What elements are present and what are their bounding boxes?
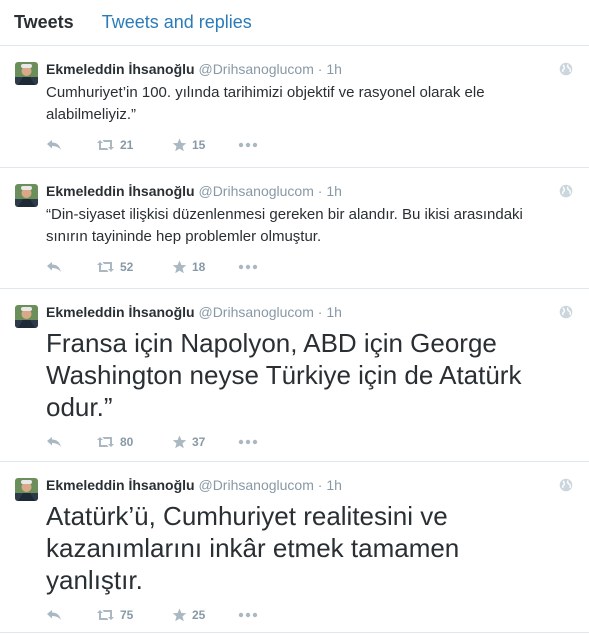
star-icon <box>172 138 187 152</box>
globe-icon[interactable] <box>559 305 573 324</box>
timestamp[interactable]: 1h <box>326 477 342 493</box>
more-icon[interactable] <box>238 264 258 270</box>
tab-tweets[interactable]: Tweets <box>14 12 74 33</box>
tweet-text: Atatürk’ü, Cumhuriyet realitesini ve kaz… <box>46 501 460 595</box>
globe-icon[interactable] <box>559 62 573 81</box>
favorite-button[interactable]: 25 <box>172 608 238 622</box>
timestamp[interactable]: 1h <box>326 61 342 77</box>
favorite-count: 18 <box>192 260 206 274</box>
author-name[interactable]: Ekmeleddin İhsanoğlu <box>46 477 195 493</box>
separator-dot: · <box>317 477 323 493</box>
separator-dot: · <box>317 183 323 199</box>
timestamp[interactable]: 1h <box>326 183 342 199</box>
avatar[interactable] <box>15 184 38 207</box>
tweet[interactable]: Ekmeleddin İhsanoğlu @Drihsanoglucom · 1… <box>0 46 589 168</box>
author-handle[interactable]: @Drihsanoglucom <box>198 61 313 77</box>
tweet-header: Ekmeleddin İhsanoğlu @Drihsanoglucom · 1… <box>46 60 539 78</box>
author-handle[interactable]: @Drihsanoglucom <box>198 477 313 493</box>
tweet-text: Cumhuriyet’in 100. yılında tarihimizi ob… <box>46 84 485 123</box>
tweet-header: Ekmeleddin İhsanoğlu @Drihsanoglucom · 1… <box>46 182 539 200</box>
separator-dot: · <box>317 304 323 320</box>
tweet-actions: 21 15 <box>46 132 539 158</box>
retweet-count: 52 <box>120 260 134 274</box>
author-name[interactable]: Ekmeleddin İhsanoğlu <box>46 183 195 199</box>
retweet-button[interactable]: 52 <box>96 260 172 274</box>
retweet-button[interactable]: 21 <box>96 138 172 152</box>
avatar[interactable] <box>15 478 38 501</box>
retweet-icon <box>96 261 115 273</box>
retweet-count: 21 <box>120 138 134 152</box>
favorite-count: 25 <box>192 608 206 622</box>
tweet-actions: 75 25 <box>46 602 539 628</box>
tweet[interactable]: Ekmeleddin İhsanoğlu @Drihsanoglucom · 1… <box>0 462 589 633</box>
favorite-count: 15 <box>192 138 206 152</box>
star-icon <box>172 608 187 622</box>
retweet-icon <box>96 139 115 151</box>
globe-icon[interactable] <box>559 184 573 203</box>
favorite-button[interactable]: 37 <box>172 435 238 449</box>
more-icon[interactable] <box>238 612 258 618</box>
author-handle[interactable]: @Drihsanoglucom <box>198 304 313 320</box>
retweet-icon <box>96 436 115 448</box>
favorite-button[interactable]: 15 <box>172 138 238 152</box>
reply-icon[interactable] <box>46 436 96 448</box>
author-name[interactable]: Ekmeleddin İhsanoğlu <box>46 304 195 320</box>
reply-icon[interactable] <box>46 609 96 621</box>
retweet-count: 80 <box>120 435 134 449</box>
favorite-button[interactable]: 18 <box>172 260 238 274</box>
profile-tabs: Tweets Tweets and replies <box>0 0 589 46</box>
retweet-icon <box>96 609 115 621</box>
tweet[interactable]: Ekmeleddin İhsanoğlu @Drihsanoglucom · 1… <box>0 289 589 462</box>
reply-icon[interactable] <box>46 261 96 273</box>
author-name[interactable]: Ekmeleddin İhsanoğlu <box>46 61 195 77</box>
timestamp[interactable]: 1h <box>326 304 342 320</box>
tweet-actions: 52 18 <box>46 254 539 280</box>
avatar[interactable] <box>15 62 38 85</box>
tweet-text: “Din-siyaset ilişkisi düzenlenmesi gerek… <box>46 206 523 245</box>
favorite-count: 37 <box>192 435 206 449</box>
reply-icon[interactable] <box>46 139 96 151</box>
more-icon[interactable] <box>238 439 258 445</box>
avatar[interactable] <box>15 305 38 328</box>
separator-dot: · <box>317 61 323 77</box>
tweet-actions: 80 37 <box>46 429 539 455</box>
tweet-text: Fransa için Napolyon, ABD için George Wa… <box>46 328 522 422</box>
tab-tweets-and-replies[interactable]: Tweets and replies <box>102 12 252 33</box>
tweet-header: Ekmeleddin İhsanoğlu @Drihsanoglucom · 1… <box>46 303 539 321</box>
retweet-button[interactable]: 80 <box>96 435 172 449</box>
star-icon <box>172 260 187 274</box>
tweet-header: Ekmeleddin İhsanoğlu @Drihsanoglucom · 1… <box>46 476 539 494</box>
globe-icon[interactable] <box>559 478 573 497</box>
tweet[interactable]: Ekmeleddin İhsanoğlu @Drihsanoglucom · 1… <box>0 168 589 289</box>
author-handle[interactable]: @Drihsanoglucom <box>198 183 313 199</box>
timeline: Ekmeleddin İhsanoğlu @Drihsanoglucom · 1… <box>0 46 589 633</box>
more-icon[interactable] <box>238 142 258 148</box>
retweet-count: 75 <box>120 608 134 622</box>
retweet-button[interactable]: 75 <box>96 608 172 622</box>
star-icon <box>172 435 187 449</box>
